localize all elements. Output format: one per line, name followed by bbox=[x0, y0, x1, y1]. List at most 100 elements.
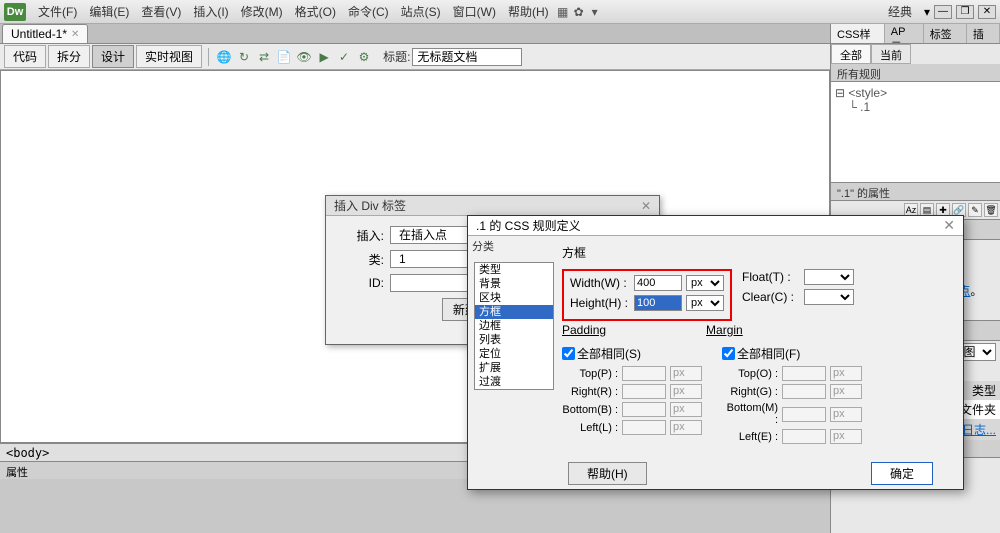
p-top-unit[interactable]: px bbox=[670, 366, 702, 381]
cat-block[interactable]: 区块 bbox=[475, 291, 553, 305]
menu-edit[interactable]: 编辑(E) bbox=[83, 1, 135, 22]
tab-css-styles[interactable]: CSS样式 bbox=[831, 24, 885, 43]
browse-icon[interactable]: 🌐 bbox=[215, 48, 233, 66]
margin-same-checkbox[interactable] bbox=[722, 347, 735, 360]
menu-modify[interactable]: 修改(M) bbox=[235, 1, 289, 22]
m-right-unit[interactable]: px bbox=[830, 384, 862, 399]
col-type: 类型 bbox=[972, 382, 996, 399]
m-top-unit[interactable]: px bbox=[830, 366, 862, 381]
menu-insert[interactable]: 插入(I) bbox=[187, 1, 234, 22]
p-bottom-unit[interactable]: px bbox=[670, 402, 702, 417]
m-left-input[interactable] bbox=[782, 429, 826, 444]
p-left-input[interactable] bbox=[622, 420, 666, 435]
ok-button[interactable]: 确定 bbox=[871, 462, 933, 485]
cat-positioning[interactable]: 定位 bbox=[475, 347, 553, 361]
menu-file[interactable]: 文件(F) bbox=[32, 1, 83, 22]
p-left-unit[interactable]: px bbox=[670, 420, 702, 435]
float-label: Float(T) : bbox=[742, 270, 800, 284]
prop-icon-5[interactable]: ✎ bbox=[968, 203, 982, 217]
filter-current-button[interactable]: 当前 bbox=[871, 44, 911, 64]
m-bottom-label: Bottom(M) : bbox=[722, 402, 778, 426]
padding-heading: Padding bbox=[562, 323, 606, 337]
preview-icon[interactable]: ▶ bbox=[315, 48, 333, 66]
tree-style-node[interactable]: ⊟ <style> bbox=[835, 86, 996, 100]
title-input[interactable] bbox=[412, 48, 522, 66]
visual-aid-icon[interactable]: 👁 bbox=[295, 48, 313, 66]
cat-transition[interactable]: 过渡 bbox=[475, 375, 553, 389]
menu-commands[interactable]: 命令(C) bbox=[342, 1, 395, 22]
cat-extensions[interactable]: 扩展 bbox=[475, 361, 553, 375]
m-right-input[interactable] bbox=[782, 384, 826, 399]
view-design-button[interactable]: 设计 bbox=[92, 45, 134, 68]
menu-site[interactable]: 站点(S) bbox=[395, 1, 447, 22]
cat-box[interactable]: 方框 bbox=[475, 305, 553, 319]
category-list[interactable]: 类型 背景 区块 方框 边框 列表 定位 扩展 过渡 bbox=[474, 262, 554, 390]
padding-same-checkbox[interactable] bbox=[562, 347, 575, 360]
width-input[interactable] bbox=[634, 275, 682, 291]
menu-format[interactable]: 格式(O) bbox=[289, 1, 342, 22]
menu-view[interactable]: 查看(V) bbox=[135, 1, 187, 22]
view-split-button[interactable]: 拆分 bbox=[48, 45, 90, 68]
layout-icon[interactable]: ▦ bbox=[555, 4, 571, 20]
p-top-input[interactable] bbox=[622, 366, 666, 381]
cat-type[interactable]: 类型 bbox=[475, 263, 553, 277]
cat-list[interactable]: 列表 bbox=[475, 333, 553, 347]
width-unit-select[interactable]: px bbox=[686, 275, 724, 291]
minimize-button[interactable]: — bbox=[934, 5, 952, 19]
nav-icon[interactable]: ⇄ bbox=[255, 48, 273, 66]
view-code-button[interactable]: 代码 bbox=[4, 45, 46, 68]
clear-select[interactable] bbox=[804, 289, 854, 305]
tab-tag-inspector[interactable]: 标签检 bbox=[924, 24, 967, 43]
view-live-button[interactable]: 实时视图 bbox=[136, 45, 202, 68]
refresh-icon[interactable]: ↻ bbox=[235, 48, 253, 66]
m-left-unit[interactable]: px bbox=[830, 429, 862, 444]
cat-background[interactable]: 背景 bbox=[475, 277, 553, 291]
workspace-label[interactable]: 经典 bbox=[880, 1, 920, 22]
check-icon[interactable]: ✓ bbox=[335, 48, 353, 66]
padding-column: 全部相同(S) Top(P) :px Right(R) :px Bottom(B… bbox=[562, 345, 702, 447]
rules-tree[interactable]: ⊟ <style> └ .1 bbox=[831, 82, 1000, 182]
close-button[interactable]: ✕ bbox=[978, 5, 996, 19]
tab-insert[interactable]: 插入 bbox=[967, 24, 1000, 43]
m-top-input[interactable] bbox=[782, 366, 826, 381]
height-label: Height(H) : bbox=[570, 296, 630, 310]
insert-div-close-icon[interactable]: ✕ bbox=[641, 199, 651, 213]
chevron-down-icon[interactable]: ▾ bbox=[587, 4, 603, 20]
workspace-dropdown-icon[interactable]: ▾ bbox=[924, 5, 930, 19]
cat-border[interactable]: 边框 bbox=[475, 319, 553, 333]
insert-label: 插入: bbox=[336, 227, 384, 244]
options-icon[interactable]: ⚙ bbox=[355, 48, 373, 66]
height-input[interactable] bbox=[634, 295, 682, 311]
log-link[interactable]: 日志... bbox=[962, 421, 996, 438]
float-select[interactable] bbox=[804, 269, 854, 285]
menu-help[interactable]: 帮助(H) bbox=[502, 1, 555, 22]
p-right-unit[interactable]: px bbox=[670, 384, 702, 399]
maximize-button[interactable]: ❐ bbox=[956, 5, 974, 19]
menu-window[interactable]: 窗口(W) bbox=[447, 1, 502, 22]
tab-close-icon[interactable]: ✕ bbox=[71, 29, 79, 40]
prop-icon-6[interactable]: 🗑 bbox=[984, 203, 998, 217]
m-bottom-input[interactable] bbox=[782, 407, 826, 422]
tab-label: Untitled-1* bbox=[11, 27, 67, 41]
p-right-input[interactable] bbox=[622, 384, 666, 399]
m-right-label: Right(G) : bbox=[722, 386, 778, 398]
margin-heading: Margin bbox=[706, 323, 743, 337]
css-rule-close-icon[interactable]: ✕ bbox=[943, 217, 955, 234]
title-label: 标题: bbox=[383, 48, 410, 65]
tree-rule-node[interactable]: └ .1 bbox=[835, 100, 996, 114]
p-right-label: Right(R) : bbox=[562, 386, 618, 398]
p-bottom-input[interactable] bbox=[622, 402, 666, 417]
tab-ap-elements[interactable]: AP 元 bbox=[885, 24, 924, 43]
document-icon[interactable]: 📄 bbox=[275, 48, 293, 66]
height-unit-select[interactable]: px bbox=[686, 295, 724, 311]
filter-all-button[interactable]: 全部 bbox=[831, 44, 871, 64]
m-top-label: Top(O) : bbox=[722, 368, 778, 380]
document-tab[interactable]: Untitled-1* ✕ bbox=[2, 24, 88, 43]
m-bottom-unit[interactable]: px bbox=[830, 407, 862, 422]
css-rule-dialog: .1 的 CSS 规则定义 ✕ 分类 类型 背景 区块 方框 边框 列表 定位 … bbox=[467, 215, 964, 490]
insert-div-titlebar[interactable]: 插入 Div 标签 ✕ bbox=[326, 196, 659, 216]
gear-icon[interactable]: ✿ bbox=[571, 4, 587, 20]
help-button[interactable]: 帮助(H) bbox=[568, 462, 647, 485]
tag-path[interactable]: <body> bbox=[6, 446, 49, 460]
css-rule-titlebar[interactable]: .1 的 CSS 规则定义 ✕ bbox=[468, 216, 963, 236]
